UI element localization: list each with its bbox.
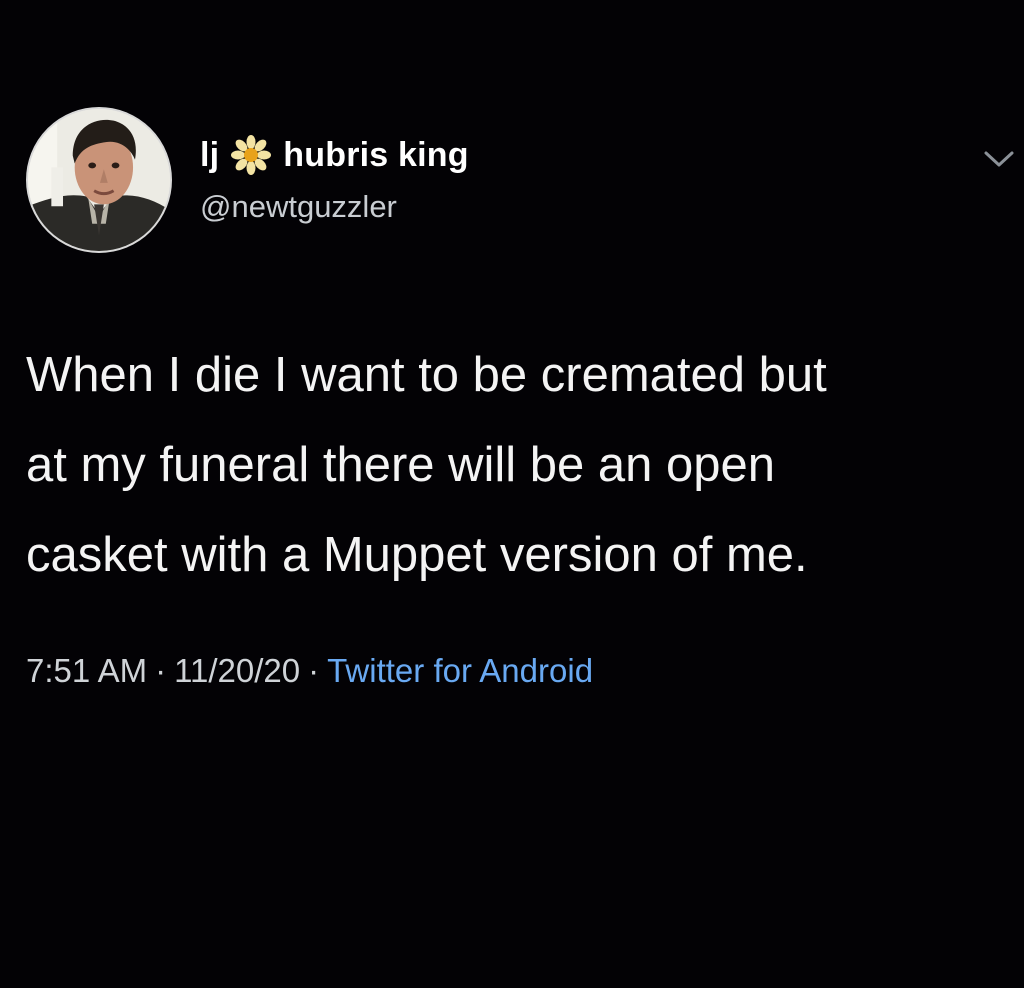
tweet-card: lj hubris king @newtguzzler When I die I… xyxy=(0,0,1024,988)
user-handle[interactable]: @newtguzzler xyxy=(200,189,397,225)
meta-separator: · xyxy=(308,652,320,689)
tweet-text: When I die I want to be cremated but at … xyxy=(26,330,1011,600)
display-name-prefix: lj xyxy=(200,135,220,174)
flower-icon xyxy=(231,135,272,175)
author-name-row[interactable]: lj hubris king xyxy=(200,132,469,178)
tweet-text-line: at my funeral there will be an open xyxy=(26,438,776,492)
tweet-time[interactable]: 7:51 AM xyxy=(26,652,147,689)
tweet-text-line: When I die I want to be cremated but xyxy=(26,348,827,402)
tweet-date[interactable]: 11/20/20 xyxy=(174,652,300,689)
avatar-photo xyxy=(28,109,170,251)
chevron-down-icon[interactable] xyxy=(982,146,1016,172)
tweet-metadata: 7:51 AM · 11/20/20 · Twitter for Android xyxy=(26,652,593,690)
tweet-text-line: casket with a Muppet version of me. xyxy=(26,528,808,582)
avatar[interactable] xyxy=(26,107,172,253)
meta-separator: · xyxy=(155,652,167,689)
display-name: hubris king xyxy=(283,135,469,174)
tweet-client-link[interactable]: Twitter for Android xyxy=(327,652,593,689)
